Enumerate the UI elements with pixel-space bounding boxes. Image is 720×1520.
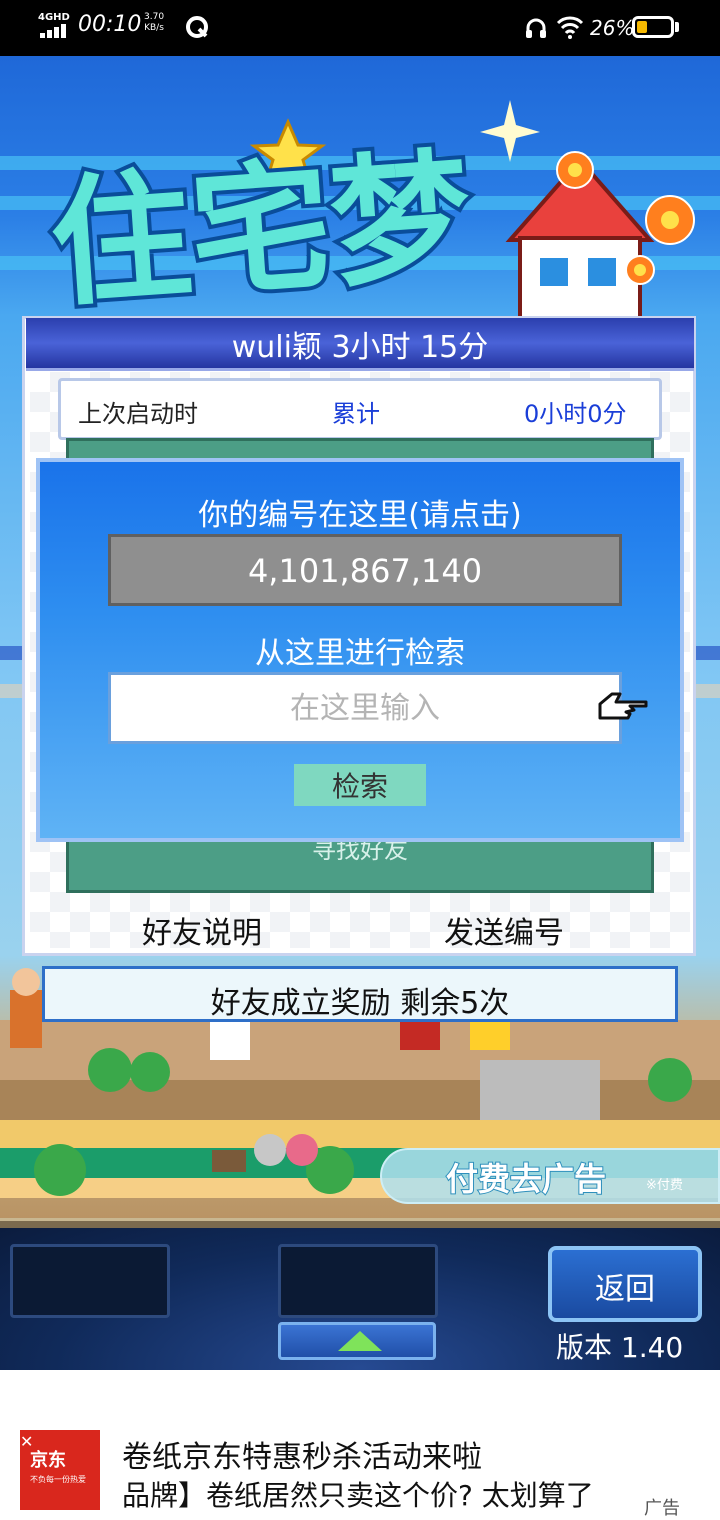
search-button[interactable]: 检索	[294, 764, 426, 806]
friends-help-button[interactable]: 好友说明	[142, 908, 262, 952]
version-label: 版本 1.40	[556, 1331, 684, 1364]
wifi-icon	[556, 16, 584, 39]
remove-ads-label[interactable]: 付费去广告	[445, 1154, 607, 1200]
clock: 00:10	[78, 12, 142, 37]
signal-icon	[40, 24, 70, 38]
slot-center[interactable]	[278, 1244, 438, 1318]
q-app-icon	[186, 16, 208, 38]
player-id[interactable]: 4,101,867,140	[108, 552, 622, 590]
svg-text:住宅梦: 住宅梦	[46, 135, 476, 320]
ad-tag: 广告	[644, 1498, 680, 1519]
battery-tip	[675, 22, 679, 32]
pointing-hand-icon	[598, 692, 648, 720]
total-label: 累计	[332, 400, 380, 428]
ad-brand: 京东	[30, 1450, 66, 1471]
reward-text: 好友成立奖励 剩余5次	[210, 986, 510, 1021]
send-id-button[interactable]: 发送编号	[444, 908, 564, 952]
status-bar: 4GHD 00:10 3.70 KB/s 26%	[0, 0, 720, 56]
panel-title: wuli颖 3小时 15分	[231, 330, 489, 365]
paid-note: ※付费	[646, 1178, 683, 1193]
slot-left[interactable]	[10, 1244, 170, 1318]
game-logo: 住宅梦	[42, 100, 695, 320]
network-speed: 3.70 KB/s	[144, 12, 165, 33]
dialog-title: 你的编号在这里(请点击)	[198, 498, 522, 533]
battery-percent: 26%	[590, 16, 635, 40]
search-input[interactable]	[108, 672, 622, 744]
headset-icon	[526, 18, 546, 38]
battery-icon	[632, 16, 674, 38]
network-type: 4GHD	[38, 12, 70, 23]
back-label[interactable]: 返回	[548, 1264, 702, 1308]
ad-brand-slogan: 不负每一份热爱	[30, 1475, 86, 1484]
up-arrow-icon	[338, 1331, 382, 1351]
last-launch-label: 上次启动时	[78, 400, 198, 428]
search-label: 从这里进行检索	[255, 636, 465, 671]
ad-headline[interactable]: 卷纸京东特惠秒杀活动来啦	[122, 1432, 482, 1476]
total-value: 0小时0分	[524, 400, 627, 428]
ad-subline[interactable]: 品牌】卷纸居然只卖这个价? 太划算了	[122, 1474, 594, 1514]
